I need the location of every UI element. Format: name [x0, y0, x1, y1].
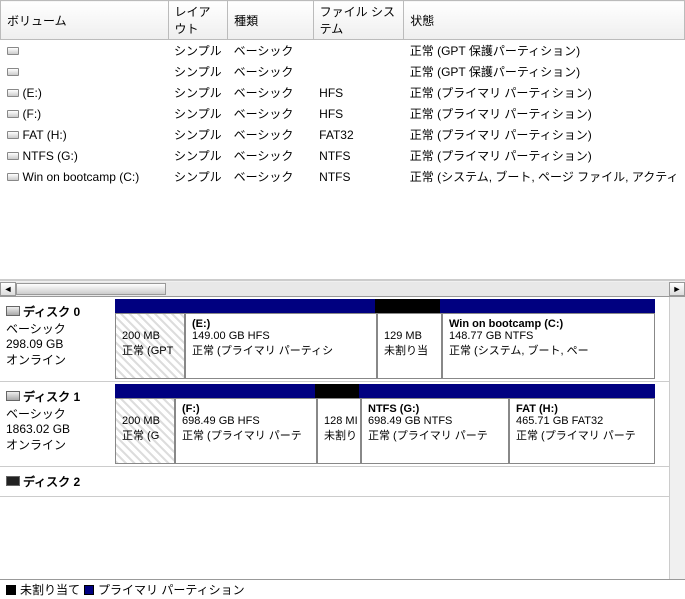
table-row[interactable]: シンプルベーシック正常 (GPT 保護パーティション)	[1, 40, 685, 62]
disk-row: ディスク 0ベーシック298.09 GBオンライン200 MB正常 (GPT(E…	[0, 297, 669, 382]
legend-swatch-unallocated	[6, 585, 16, 595]
scroll-track[interactable]	[16, 282, 669, 296]
col-status[interactable]: 状態	[404, 1, 685, 40]
partition-box[interactable]: 200 MB正常 (G	[115, 398, 175, 464]
partition-box[interactable]: 128 MI未割り	[317, 398, 361, 464]
partition-bar	[115, 469, 667, 483]
legend: 未割り当て プライマリ パーティション	[0, 579, 685, 599]
volume-table-container: ボリューム レイアウト 種類 ファイル システム 状態 シンプルベーシック正常 …	[0, 0, 685, 280]
horizontal-scrollbar[interactable]: ◄ ►	[0, 280, 685, 296]
scroll-left-button[interactable]: ◄	[0, 282, 16, 296]
disk-icon	[6, 391, 20, 401]
partition-box[interactable]: FAT (H:)465.71 GB FAT32正常 (プライマリ パーテ	[509, 398, 655, 464]
volume-icon	[7, 89, 19, 97]
disk-row: ディスク 1ベーシック1863.02 GBオンライン200 MB正常 (G(F:…	[0, 382, 669, 467]
col-layout[interactable]: レイアウト	[168, 1, 228, 40]
volume-icon	[7, 173, 19, 181]
table-row[interactable]: FAT (H:)シンプルベーシックFAT32正常 (プライマリ パーティション)	[1, 124, 685, 145]
volume-table[interactable]: ボリューム レイアウト 種類 ファイル システム 状態 シンプルベーシック正常 …	[0, 0, 685, 187]
table-row[interactable]: NTFS (G:)シンプルベーシックNTFS正常 (プライマリ パーティション)	[1, 145, 685, 166]
volume-icon	[7, 131, 19, 139]
vertical-scrollbar[interactable]	[669, 297, 685, 579]
partition-box[interactable]: 200 MB正常 (GPT	[115, 313, 185, 379]
legend-swatch-primary	[84, 585, 94, 595]
partition-box[interactable]: Win on bootcamp (C:)148.77 GB NTFS正常 (シス…	[442, 313, 655, 379]
partition-bar	[115, 384, 667, 398]
legend-label-primary: プライマリ パーティション	[98, 581, 245, 598]
volume-icon	[7, 47, 19, 55]
col-volume[interactable]: ボリューム	[1, 1, 169, 40]
table-row[interactable]: (E:)シンプルベーシックHFS正常 (プライマリ パーティション)	[1, 82, 685, 103]
disk-info[interactable]: ディスク 0ベーシック298.09 GBオンライン	[0, 297, 115, 381]
volume-icon	[7, 68, 19, 76]
disk-info[interactable]: ディスク 1ベーシック1863.02 GBオンライン	[0, 382, 115, 466]
partition-bar	[115, 299, 667, 313]
col-type[interactable]: 種類	[228, 1, 314, 40]
disk-icon	[6, 476, 20, 486]
partition-box[interactable]: (F:)698.49 GB HFS正常 (プライマリ パーテ	[175, 398, 317, 464]
partition-box[interactable]: 129 MB未割り当	[377, 313, 442, 379]
table-row[interactable]: シンプルベーシック正常 (GPT 保護パーティション)	[1, 61, 685, 82]
partition-box[interactable]: NTFS (G:)698.49 GB NTFS正常 (プライマリ パーテ	[361, 398, 509, 464]
disk-icon	[6, 306, 20, 316]
volume-icon	[7, 152, 19, 160]
disk-info[interactable]: ディスク 2	[0, 467, 115, 496]
scroll-right-button[interactable]: ►	[669, 282, 685, 296]
table-row[interactable]: Win on bootcamp (C:)シンプルベーシックNTFS正常 (システ…	[1, 166, 685, 187]
disk-row: ディスク 2	[0, 467, 669, 497]
volume-icon	[7, 110, 19, 118]
table-row[interactable]: (F:)シンプルベーシックHFS正常 (プライマリ パーティション)	[1, 103, 685, 124]
disk-layout-panel: ディスク 0ベーシック298.09 GBオンライン200 MB正常 (GPT(E…	[0, 296, 685, 579]
scroll-thumb[interactable]	[16, 283, 166, 295]
legend-label-unallocated: 未割り当て	[20, 581, 80, 598]
col-filesystem[interactable]: ファイル システム	[313, 1, 404, 40]
partition-box[interactable]: (E:)149.00 GB HFS正常 (プライマリ パーティシ	[185, 313, 377, 379]
